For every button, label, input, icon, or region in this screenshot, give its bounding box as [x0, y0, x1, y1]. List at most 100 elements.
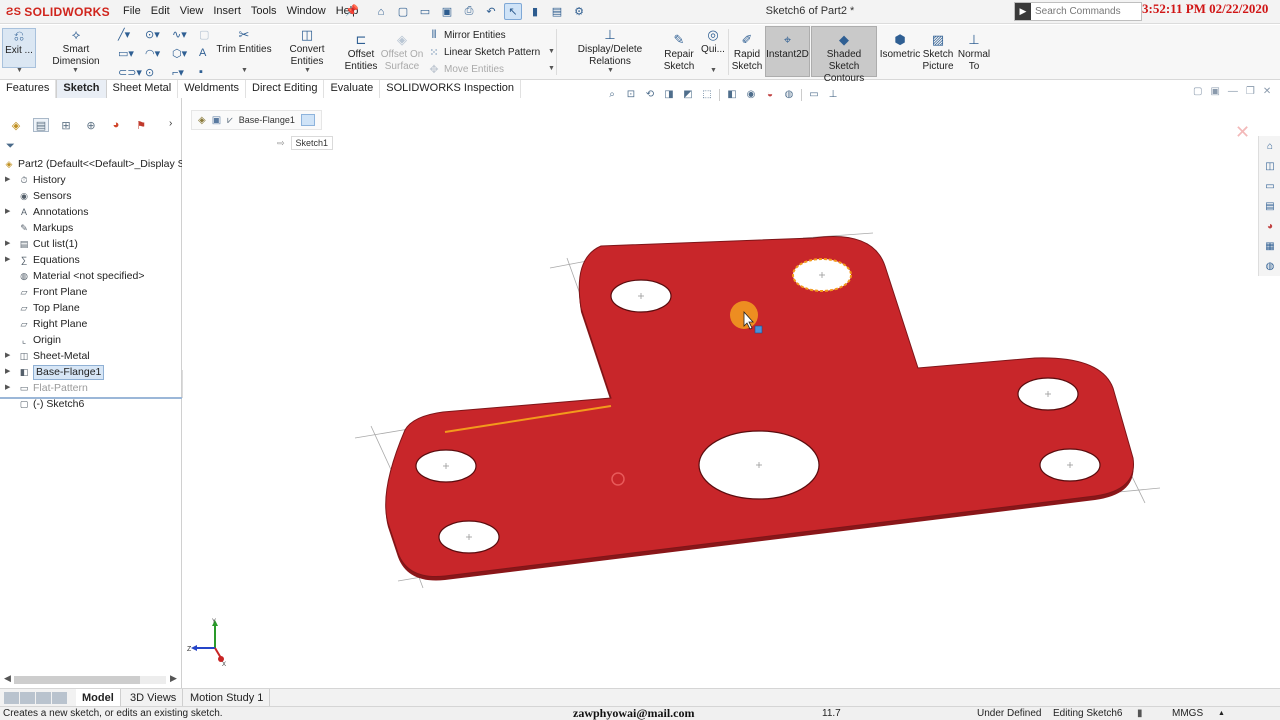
tab-3d-views[interactable]: 3D Views [124, 689, 184, 707]
viewport-minimize-icon[interactable]: ▢ [1193, 86, 1202, 97]
quick-snaps-caret[interactable]: ▼ [710, 67, 717, 74]
tree-item-right-plane[interactable]: ▱ Right Plane [0, 316, 182, 332]
custom-properties-icon[interactable]: ▦ [1262, 240, 1278, 254]
instant2d-button[interactable]: ⌖ Instant2D [765, 26, 810, 77]
panel-more-arrow-icon[interactable]: › [169, 118, 172, 129]
view-triad-icon[interactable]: ⊥ [826, 88, 840, 102]
tree-item-material-not-specified[interactable]: ◍ Material <not specified> [0, 268, 182, 284]
breadcrumb-base-flange[interactable]: Base-Flange1 [239, 115, 295, 125]
zoom-to-area-icon[interactable]: ⊡ [624, 88, 638, 102]
previous-tab-icon[interactable] [20, 692, 35, 704]
save-icon[interactable]: ▣ [438, 3, 456, 20]
normal-to-button[interactable]: ⊥ Normal To [957, 33, 991, 73]
tree-item-flat-pattern[interactable]: ▶ ▭ Flat-Pattern [0, 380, 182, 396]
rebuild-status-icon[interactable]: ▮ [1137, 708, 1143, 719]
viewport-min-icon[interactable]: — [1228, 86, 1238, 97]
section-view-icon[interactable]: ◨ [662, 88, 676, 102]
expand-arrow-icon[interactable]: ▶ [5, 172, 10, 188]
confirmation-corner-cancel-icon[interactable]: ✕ [1235, 122, 1250, 143]
solidworks-logo[interactable]: ƧS SOLIDWORKS [6, 3, 110, 21]
filter-icon[interactable]: ⏷ [6, 140, 15, 153]
edit-appearance-icon[interactable]: ◒ [763, 88, 777, 102]
linear-sketch-pattern-button[interactable]: ⁙ Linear Sketch Pattern [428, 46, 540, 59]
display-delete-relations-button[interactable]: ⊥ Display/Delete Relations [559, 28, 661, 68]
tree-item-sheet-metal[interactable]: ▶ ◫ Sheet-Metal [0, 348, 182, 364]
smart-dimension-caret[interactable]: ▼ [72, 67, 79, 74]
tree-item-annotations[interactable]: ▶ A Annotations [0, 204, 182, 220]
view-orientation-icon[interactable]: ⬚ [700, 88, 714, 102]
slot-icon[interactable]: ⊂⊃▾ [118, 66, 145, 79]
feature-breadcrumb-icon[interactable]: ⩗ [227, 115, 233, 126]
property-manager-tab-icon[interactable]: ▤ [33, 118, 49, 132]
pattern-caret[interactable]: ▼ [548, 48, 555, 55]
scroll-thumb[interactable] [14, 676, 140, 684]
tab-weldments[interactable]: Weldments [178, 80, 247, 98]
expand-arrow-icon[interactable]: ▶ [5, 236, 10, 252]
expand-arrow-icon[interactable]: ▶ [5, 348, 10, 364]
offset-entities-button[interactable]: ⊏ Offset Entities [342, 33, 380, 73]
print-icon[interactable]: ⎙ [460, 3, 478, 20]
select-arrow-icon[interactable]: ↖ [504, 3, 522, 20]
breadcrumb-sketch-selector[interactable] [300, 114, 315, 126]
tree-root-part[interactable]: ◈ Part2 (Default<<Default>_Display S [0, 156, 182, 172]
graphics-area[interactable]: ⌕ ⊡ ⟲ ◨ ◩ ⬚ ◧ ◉ ◒ ◍ ▭ ⊥ ▢ ▣ — ❐ ✕ ✕ ◈ ▣ … [183, 86, 1271, 688]
relations-caret[interactable]: ▼ [607, 67, 614, 74]
circle-icon[interactable]: ⊙▾ [145, 28, 172, 41]
dimxpert-manager-tab-icon[interactable]: ⊕ [83, 118, 99, 132]
menu-tools[interactable]: Tools [246, 4, 282, 18]
zoom-to-fit-icon[interactable]: ⌕ [605, 88, 619, 102]
rapid-sketch-button[interactable]: ✐ Rapid Sketch [730, 33, 764, 73]
hide-show-items-icon[interactable]: ◉ [744, 88, 758, 102]
last-tab-icon[interactable] [52, 692, 67, 704]
move-caret[interactable]: ▼ [548, 65, 555, 72]
trim-entities-button[interactable]: ✂ Trim Entities [216, 28, 272, 56]
tab-motion-study-1[interactable]: Motion Study 1 [184, 689, 271, 707]
scroll-right-icon[interactable]: ▶ [170, 673, 177, 684]
tree-item-base-flange1[interactable]: ▶ ◧ Base-Flange1 [0, 364, 182, 380]
display-style-icon[interactable]: ◧ [725, 88, 739, 102]
view-palette-icon[interactable]: ▤ [1262, 200, 1278, 214]
breadcrumb-sketch1[interactable]: Sketch1 [290, 136, 334, 150]
first-tab-icon[interactable] [4, 692, 19, 704]
tab-model[interactable]: Model [76, 689, 121, 707]
appearances-icon[interactable]: ◕ [1262, 220, 1278, 234]
smart-dimension-button[interactable]: ⟡ Smart Dimension [38, 28, 114, 68]
rebuild-icon[interactable]: ▮ [526, 3, 544, 20]
quick-snaps-button[interactable]: ◎ Qui... [699, 28, 727, 56]
tree-item-front-plane[interactable]: ▱ Front Plane [0, 284, 182, 300]
unit-dropdown-caret[interactable]: ▲ [1218, 710, 1225, 717]
expand-arrow-icon[interactable]: ▶ [5, 252, 10, 268]
new-document-icon[interactable]: ▢ [394, 3, 412, 20]
part-breadcrumb-icon[interactable]: ◈ [198, 115, 206, 126]
shaded-sketch-contours-button[interactable]: ◆ Shaded Sketch Contours [811, 26, 877, 84]
line-icon[interactable]: ╱▾ [118, 28, 145, 41]
menu-insert[interactable]: Insert [208, 4, 246, 18]
expand-arrow-icon[interactable]: ▶ [5, 364, 10, 380]
scroll-left-icon[interactable]: ◀ [4, 673, 11, 684]
search-commands-box[interactable]: ▶ Search Commands [1014, 2, 1142, 21]
move-entities-button[interactable]: ✥ Move Entities [428, 63, 504, 76]
options-gear-icon[interactable]: ⚙ [570, 3, 588, 20]
tab-sheet-metal[interactable]: Sheet Metal [107, 80, 179, 98]
tab-features[interactable]: Features [0, 80, 57, 98]
display-manager-tab-icon[interactable]: ◕ [108, 118, 124, 132]
tree-item-top-plane[interactable]: ▱ Top Plane [0, 300, 182, 316]
mirror-entities-button[interactable]: ⫴ Mirror Entities [428, 29, 506, 42]
next-tab-icon[interactable] [36, 692, 51, 704]
isometric-button[interactable]: ⬢ Isometric [879, 33, 921, 61]
convert-entities-button[interactable]: ◫ Convert Entities [273, 28, 341, 68]
menu-file[interactable]: File [118, 4, 146, 18]
file-properties-icon[interactable]: ▤ [548, 3, 566, 20]
convert-caret[interactable]: ▼ [304, 67, 311, 74]
trim-caret[interactable]: ▼ [241, 67, 248, 74]
rollback-bar[interactable] [0, 397, 182, 399]
file-explorer-icon[interactable]: ▭ [1262, 180, 1278, 194]
expand-arrow-icon[interactable]: ▶ [5, 380, 10, 396]
pin-menu-icon[interactable]: 📌 [345, 4, 359, 17]
expand-arrow-icon[interactable]: ▶ [5, 204, 10, 220]
tab-sketch[interactable]: Sketch [56, 80, 107, 98]
plane-sketch-icon[interactable]: ▪ [199, 66, 226, 79]
exit-sketch-button[interactable]: ⎌ Exit ... [2, 28, 36, 68]
tree-item-cut-list-1[interactable]: ▶ ▤ Cut list(1) [0, 236, 182, 252]
rectangle-icon[interactable]: ▭▾ [118, 47, 145, 60]
